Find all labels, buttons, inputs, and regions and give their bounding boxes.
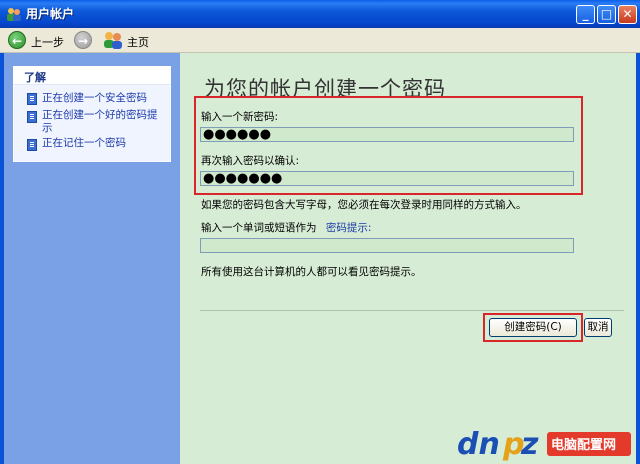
close-button[interactable]: ✕	[618, 5, 637, 24]
svg-text:z: z	[520, 427, 539, 462]
forward-arrow-icon[interactable]: →	[74, 31, 92, 49]
watermark-logo: dn p z 电脑配置网	[457, 427, 631, 462]
user-accounts-icon	[7, 8, 21, 21]
back-arrow-icon[interactable]: ←	[8, 31, 26, 49]
title-bar[interactable]	[0, 0, 640, 28]
new-password-input[interactable]: ●●●●●●	[200, 127, 574, 142]
hint-label: 输入一个单词或短语作为 密码提示:	[201, 220, 371, 235]
maximize-button[interactable]: □	[597, 5, 616, 24]
case-sensitivity-note: 如果您的密码包含大写字母，您必须在每次登录时用同样的方式输入。	[201, 199, 527, 211]
toolbar	[0, 28, 640, 53]
confirm-password-value: ●●●●●●●	[203, 171, 283, 186]
sidebar-link-good-hint[interactable]: 正在创建一个好的密码提示	[42, 109, 165, 135]
learn-about-title: 了解	[24, 71, 46, 84]
help-topic-icon	[27, 93, 37, 105]
window-title: 用户帐户	[26, 7, 75, 21]
window-frame-right	[636, 53, 640, 464]
svg-text:电脑配置网: 电脑配置网	[551, 437, 616, 453]
password-hint-link[interactable]: 密码提示:	[326, 222, 372, 234]
home-users-icon[interactable]	[102, 31, 124, 49]
confirm-password-input[interactable]: ●●●●●●●	[200, 171, 574, 186]
hint-visibility-note: 所有使用这台计算机的人都可以看见密码提示。	[201, 266, 422, 278]
help-topic-icon	[27, 139, 37, 151]
password-hint-input[interactable]	[200, 238, 574, 253]
hint-label-text: 输入一个单词或短语作为	[201, 222, 317, 234]
home-button-label[interactable]: 主页	[127, 34, 149, 50]
cancel-button[interactable]: 取消	[584, 318, 612, 337]
divider	[200, 310, 624, 311]
svg-text:dn: dn	[457, 427, 500, 462]
back-button-label[interactable]: 上一步	[31, 34, 64, 50]
sidebar-link-secure-password[interactable]: 正在创建一个安全密码	[42, 92, 167, 105]
new-password-label: 输入一个新密码:	[201, 111, 279, 123]
help-topic-icon	[27, 111, 37, 123]
minimize-button[interactable]: _	[576, 5, 595, 24]
create-password-button[interactable]: 创建密码(C)	[489, 318, 577, 337]
sidebar-link-remember-password[interactable]: 正在记住一个密码	[42, 137, 167, 150]
confirm-password-label: 再次输入密码以确认:	[201, 155, 300, 167]
new-password-value: ●●●●●●	[203, 127, 272, 142]
